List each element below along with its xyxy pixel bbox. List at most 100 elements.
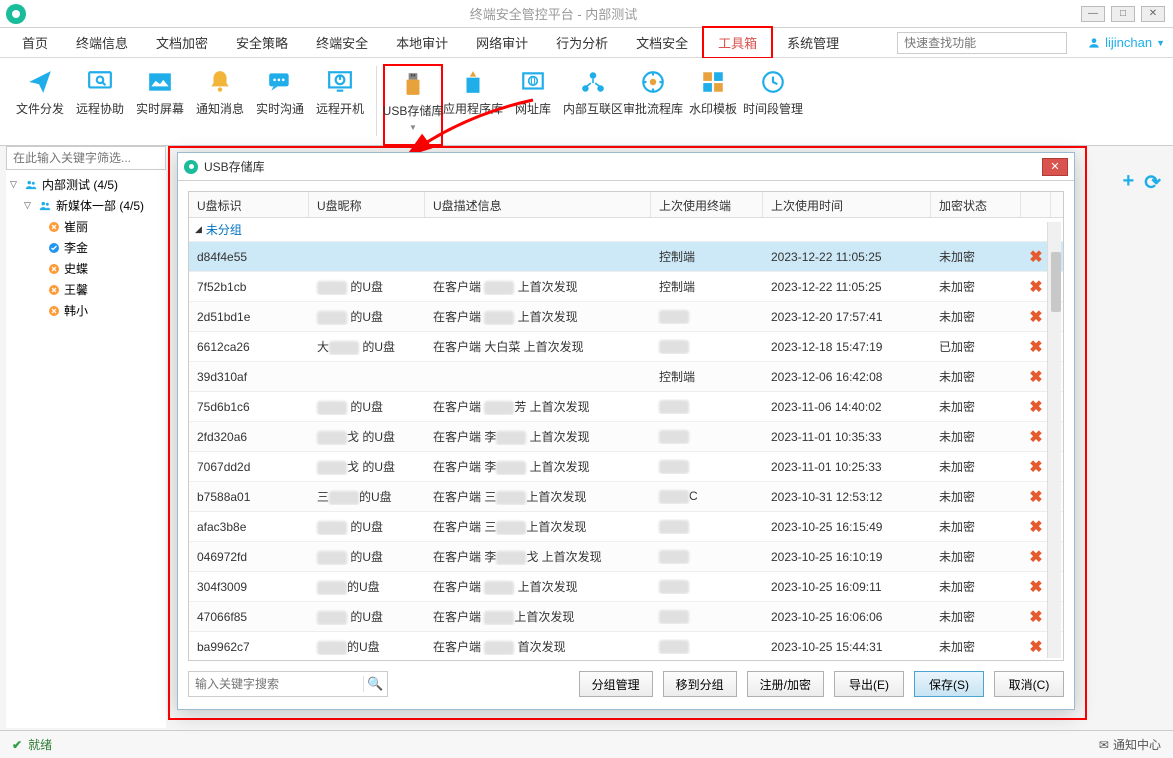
table-row[interactable]: 2fd320a6戈 的U盘在客户端 李 上首次发现2023-11-01 10:3… <box>189 422 1063 452</box>
column-header[interactable]: 上次使用时间 <box>763 192 931 217</box>
column-header[interactable]: U盘描述信息 <box>425 192 651 217</box>
ribbon-paper-plane[interactable]: 文件分发 <box>10 64 70 121</box>
table-row[interactable]: ba9962c7的U盘在客户端 首次发现2023-10-25 15:44:31未… <box>189 632 1063 660</box>
tree-user[interactable]: 王馨 <box>6 279 166 300</box>
menu-item-3[interactable]: 安全策略 <box>222 28 302 57</box>
menu-item-7[interactable]: 行为分析 <box>542 28 622 57</box>
ribbon-apps[interactable]: 应用程序库 <box>443 64 503 121</box>
ribbon-approval[interactable]: 审批流程库 <box>623 64 683 121</box>
tree-filter-input[interactable] <box>6 146 166 170</box>
minimize-button[interactable]: — <box>1081 6 1105 22</box>
group-manage-button[interactable]: 分组管理 <box>579 671 653 697</box>
column-header[interactable]: U盘昵称 <box>309 192 425 217</box>
menu-item-4[interactable]: 终端安全 <box>302 28 382 57</box>
close-window-button[interactable]: ✕ <box>1141 6 1165 22</box>
status-text: 就绪 <box>28 736 52 753</box>
ribbon-watermark[interactable]: 水印模板 <box>683 64 743 121</box>
tree-group[interactable]: ▽新媒体一部 (4/5) <box>6 195 166 216</box>
menu-item-2[interactable]: 文档加密 <box>142 28 222 57</box>
cell-time: 2023-11-06 14:40:02 <box>763 400 931 414</box>
ribbon-globe[interactable]: 网址库 <box>503 64 563 121</box>
tree-user[interactable]: 李金 <box>6 237 166 258</box>
table-row[interactable]: 7067dd2d戈 的U盘在客户端 李 上首次发现2023-11-01 10:2… <box>189 452 1063 482</box>
table-row[interactable]: 75d6b1c6 的U盘在客户端 芳 上首次发现2023-11-06 14:40… <box>189 392 1063 422</box>
app-icon <box>6 4 26 24</box>
cell-description: 在客户端 芳 上首次发现 <box>425 398 651 415</box>
menu-item-8[interactable]: 文档安全 <box>622 28 702 57</box>
cell-terminal <box>651 609 763 624</box>
ribbon-monitor-search[interactable]: 远程协助 <box>70 64 130 121</box>
move-to-group-button[interactable]: 移到分组 <box>663 671 737 697</box>
ribbon-bell[interactable]: 通知消息 <box>190 64 250 121</box>
cell-encryption: 未加密 <box>931 488 1021 505</box>
export-button[interactable]: 导出(E) <box>834 671 904 697</box>
maximize-button[interactable]: □ <box>1111 6 1135 22</box>
table-row[interactable]: 304f3009的U盘在客户端 上首次发现2023-10-25 16:09:11… <box>189 572 1063 602</box>
column-header[interactable]: 加密状态 <box>931 192 1021 217</box>
cell-terminal <box>651 339 763 354</box>
cell-encryption: 未加密 <box>931 458 1021 475</box>
menu-item-9[interactable]: 工具箱 <box>702 26 773 59</box>
cell-description: 在客户端 李戈 上首次发现 <box>425 548 651 565</box>
search-icon[interactable]: 🔍 <box>363 676 387 692</box>
cell-id: 2fd320a6 <box>189 430 309 444</box>
cell-time: 2023-12-22 11:05:25 <box>763 250 931 264</box>
tree-user[interactable]: 韩小 <box>6 300 166 321</box>
tree-root[interactable]: ▽内部测试 (4/5) <box>6 174 166 195</box>
ribbon-label: 文件分发 <box>16 100 64 117</box>
table-row[interactable]: 47066f85 的U盘在客户端 上首次发现2023-10-25 16:06:0… <box>189 602 1063 632</box>
menu-item-6[interactable]: 网络审计 <box>462 28 542 57</box>
menu-item-1[interactable]: 终端信息 <box>62 28 142 57</box>
column-header[interactable]: U盘标识 <box>189 192 309 217</box>
ribbon-label: 通知消息 <box>196 100 244 117</box>
org-tree: ▽内部测试 (4/5)▽新媒体一部 (4/5)崔丽李金史蝶王馨韩小 <box>6 170 166 325</box>
ribbon-network[interactable]: 内部互联区 <box>563 64 623 121</box>
tree-user[interactable]: 崔丽 <box>6 216 166 237</box>
refresh-button[interactable]: ⟳ <box>1144 170 1161 195</box>
ribbon-label: 实时沟通 <box>256 100 304 117</box>
table-row[interactable]: 2d51bd1e 的U盘在客户端 上首次发现2023-12-20 17:57:4… <box>189 302 1063 332</box>
save-button[interactable]: 保存(S) <box>914 671 984 697</box>
menu-bar: 首页终端信息文档加密安全策略终端安全本地审计网络审计行为分析文档安全工具箱系统管… <box>0 28 1173 58</box>
table-row[interactable]: d84f4e55控制端2023-12-22 11:05:25未加密✖ <box>189 242 1063 272</box>
tree-user[interactable]: 史蝶 <box>6 258 166 279</box>
dialog-close-button[interactable]: ✕ <box>1042 158 1068 176</box>
table-row[interactable]: 39d310af控制端2023-12-06 16:42:08未加密✖ <box>189 362 1063 392</box>
ribbon-label: 网址库 <box>515 100 551 117</box>
cancel-button[interactable]: 取消(C) <box>994 671 1064 697</box>
app-title: 终端安全管控平台 - 内部测试 <box>26 4 1081 23</box>
menu-item-10[interactable]: 系统管理 <box>773 28 853 57</box>
table-header: U盘标识U盘昵称U盘描述信息上次使用终端上次使用时间加密状态 <box>189 192 1063 218</box>
apps-icon <box>456 68 490 96</box>
column-header[interactable]: 上次使用终端 <box>651 192 763 217</box>
table-search: 🔍 <box>188 671 388 697</box>
cell-time: 2023-12-22 11:05:25 <box>763 280 931 294</box>
table-search-input[interactable] <box>189 677 363 691</box>
table-body[interactable]: ◢未分组d84f4e55控制端2023-12-22 11:05:25未加密✖7f… <box>189 218 1063 660</box>
table-row[interactable]: b7588a01三的U盘在客户端 三上首次发现C2023-10-31 12:53… <box>189 482 1063 512</box>
ribbon-usb[interactable]: USB存储库▼ <box>383 64 443 146</box>
menu-item-5[interactable]: 本地审计 <box>382 28 462 57</box>
table-row[interactable]: 046972fd 的U盘在客户端 李戈 上首次发现2023-10-25 16:1… <box>189 542 1063 572</box>
scrollbar-thumb[interactable] <box>1051 252 1061 312</box>
add-button[interactable]: + <box>1123 170 1135 195</box>
table-row[interactable]: 6612ca26大 的U盘在客户端 大白菜 上首次发现2023-12-18 15… <box>189 332 1063 362</box>
cell-id: d84f4e55 <box>189 250 309 264</box>
ribbon-image[interactable]: 实时屏幕 <box>130 64 190 121</box>
quick-search-input[interactable] <box>897 32 1067 54</box>
table-row[interactable]: 7f52b1cb 的U盘在客户端 上首次发现控制端2023-12-22 11:0… <box>189 272 1063 302</box>
table-group-row[interactable]: ◢未分组 <box>189 218 1063 242</box>
ribbon-clock[interactable]: 时间段管理 <box>743 64 803 121</box>
cell-time: 2023-11-01 10:25:33 <box>763 460 931 474</box>
ribbon-chat[interactable]: 实时沟通 <box>250 64 310 121</box>
power-monitor-icon <box>323 68 357 96</box>
notification-center[interactable]: ✉ 通知中心 <box>1099 736 1161 753</box>
ribbon-power-monitor[interactable]: 远程开机 <box>310 64 370 121</box>
cell-terminal <box>651 519 763 534</box>
left-tree-panel: ▽内部测试 (4/5)▽新媒体一部 (4/5)崔丽李金史蝶王馨韩小 <box>6 146 166 728</box>
table-row[interactable]: afac3b8e 的U盘在客户端 三上首次发现2023-10-25 16:15:… <box>189 512 1063 542</box>
user-menu[interactable]: lijinchan ▼ <box>1087 35 1165 50</box>
cell-nickname: 的U盘 <box>309 608 425 625</box>
menu-item-0[interactable]: 首页 <box>8 28 62 57</box>
register-encrypt-button[interactable]: 注册/加密 <box>747 671 824 697</box>
